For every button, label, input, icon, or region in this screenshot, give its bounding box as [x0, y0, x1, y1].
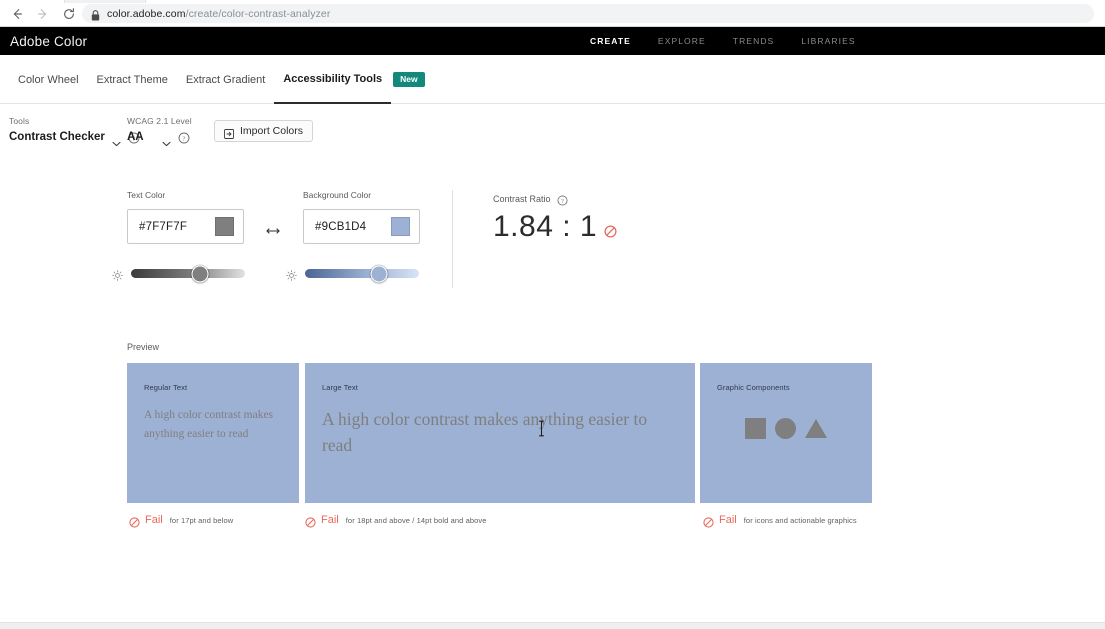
background-color-block: Background Color #9CB1D4	[303, 190, 420, 244]
fail-prohibited-icon	[604, 225, 617, 238]
preview-card-regular-text: Regular Text A high color contrast makes…	[127, 363, 299, 503]
square-shape	[745, 418, 766, 439]
tab-extract-gradient[interactable]: Extract Gradient	[177, 55, 274, 104]
main-nav-item-create[interactable]: CREATE	[590, 36, 631, 46]
preview-graphic-shapes	[717, 418, 855, 439]
address-bar[interactable]: color.adobe.com/create/color-contrast-an…	[82, 4, 1094, 23]
section-divider	[452, 190, 453, 288]
lock-icon	[91, 8, 100, 21]
result-status-label: Fail	[321, 514, 339, 526]
forward-button[interactable]	[34, 5, 52, 23]
tools-field-group: Tools Contrast Checker ?	[9, 116, 140, 147]
tab-extract-theme[interactable]: Extract Theme	[88, 55, 177, 104]
tools-select-value: Contrast Checker	[9, 131, 105, 143]
tools-row: Tools Contrast Checker ? WCAG 2.1 Level …	[0, 110, 1105, 152]
result-note-label: for 17pt and below	[169, 515, 234, 525]
fail-prohibited-icon	[703, 515, 714, 528]
chevron-down-icon	[162, 134, 171, 147]
swap-horizontal-icon	[266, 223, 280, 234]
app-header: Adobe Color CREATE EXPLORE TRENDS LIBRAR…	[0, 27, 1105, 55]
contrast-ratio-label: Contrast Ratio	[493, 194, 551, 204]
main-nav: CREATE EXPLORE TRENDS LIBRARIES	[590, 27, 856, 55]
svg-text:?: ?	[561, 199, 564, 205]
page-footer-bar	[0, 622, 1105, 629]
preview-regular-text-body[interactable]: A high color contrast makes anything eas…	[144, 406, 282, 443]
import-icon	[224, 126, 234, 139]
help-circle-icon[interactable]: ?	[557, 193, 569, 206]
wcag-select[interactable]: AA ?	[127, 131, 192, 147]
result-status-label: Fail	[719, 514, 737, 526]
import-colors-button[interactable]: Import Colors	[214, 120, 314, 142]
result-note-label: for 18pt and above / 14pt bold and above	[345, 515, 487, 525]
help-circle-icon[interactable]: ?	[178, 131, 190, 144]
fail-prohibited-icon	[305, 515, 316, 528]
circle-shape	[775, 418, 796, 439]
preview-card-graphic-components: Graphic Components	[700, 363, 872, 503]
swap-colors-button[interactable]	[265, 219, 281, 235]
background-color-hex-value: #9CB1D4	[315, 220, 367, 233]
preview-large-text-body[interactable]: A high color contrast makes anything eas…	[322, 406, 678, 459]
contrast-ratio-value: 1.84 : 1	[493, 210, 598, 243]
result-graphic-components: Fail for icons and actionable graphics	[703, 514, 857, 528]
preview-card-large-text: Large Text A high color contrast makes a…	[305, 363, 695, 503]
background-brightness-slider-thumb[interactable]	[370, 265, 388, 282]
import-colors-label: Import Colors	[240, 125, 304, 137]
text-brightness-slider-thumb[interactable]	[191, 265, 209, 282]
result-large-text: Fail for 18pt and above / 14pt bold and …	[305, 514, 487, 528]
chevron-down-icon	[112, 134, 121, 147]
wcag-field-group: WCAG 2.1 Level AA ?	[127, 116, 192, 147]
text-brightness-slider-row	[112, 265, 245, 282]
tab-color-wheel[interactable]: Color Wheel	[9, 55, 88, 104]
main-nav-item-trends[interactable]: TRENDS	[733, 36, 775, 46]
text-color-swatch[interactable]	[215, 217, 234, 236]
browser-tab-strip[interactable]	[64, 0, 146, 3]
tools-select[interactable]: Contrast Checker ?	[9, 131, 140, 147]
svg-text:?: ?	[182, 136, 185, 143]
background-brightness-slider[interactable]	[305, 265, 419, 282]
contrast-ratio-header: Contrast Ratio ?	[493, 193, 617, 206]
preview-card-caption: Large Text	[322, 383, 358, 392]
contrast-ratio-block: Contrast Ratio ? 1.84 : 1	[493, 193, 617, 242]
background-color-label: Background Color	[303, 190, 372, 200]
background-color-swatch[interactable]	[391, 217, 410, 236]
preview-card-caption: Graphic Components	[717, 383, 790, 392]
text-cursor-icon	[538, 420, 545, 437]
main-nav-item-explore[interactable]: EXPLORE	[658, 36, 706, 46]
result-note-label: for icons and actionable graphics	[743, 515, 857, 525]
new-badge: New	[393, 71, 425, 88]
text-color-block: Text Color #7F7F7F	[127, 190, 244, 244]
wcag-select-value: AA	[127, 131, 144, 143]
background-color-input[interactable]: #9CB1D4	[303, 209, 420, 244]
address-bar-url: color.adobe.com/create/color-contrast-an…	[107, 7, 331, 20]
text-brightness-slider[interactable]	[131, 265, 245, 282]
app-brand-title: Adobe Color	[10, 33, 88, 49]
subtab-bar: Color Wheel Extract Theme Extract Gradie…	[0, 55, 1105, 104]
brightness-icon	[112, 268, 123, 281]
text-color-input[interactable]: #7F7F7F	[127, 209, 244, 244]
arrow-left-icon	[10, 7, 24, 21]
arrow-right-icon	[36, 7, 50, 21]
tab-accessibility-tools-label: Accessibility Tools	[283, 72, 383, 85]
brightness-icon	[286, 268, 297, 281]
reload-icon	[62, 7, 76, 21]
result-status-label: Fail	[145, 514, 163, 526]
result-regular-text: Fail for 17pt and below	[129, 514, 234, 528]
contrast-ratio-value-row: 1.84 : 1	[493, 212, 617, 242]
reload-button[interactable]	[60, 5, 78, 23]
text-color-hex-value: #7F7F7F	[139, 220, 188, 233]
triangle-shape	[805, 419, 827, 438]
tab-accessibility-tools[interactable]: Accessibility Tools	[274, 55, 392, 104]
wcag-label: WCAG 2.1 Level	[127, 116, 192, 126]
tools-label: Tools	[9, 116, 30, 126]
back-button[interactable]	[8, 5, 26, 23]
preview-title: Preview	[127, 342, 160, 352]
subtab-list: Color Wheel Extract Theme Extract Gradie…	[9, 55, 425, 104]
fail-prohibited-icon	[129, 515, 140, 528]
background-brightness-slider-row	[286, 265, 419, 282]
text-color-label: Text Color	[127, 190, 166, 200]
main-nav-item-libraries[interactable]: LIBRARIES	[801, 36, 855, 46]
preview-card-caption: Regular Text	[144, 383, 188, 392]
browser-chrome: color.adobe.com/create/color-contrast-an…	[0, 0, 1105, 27]
